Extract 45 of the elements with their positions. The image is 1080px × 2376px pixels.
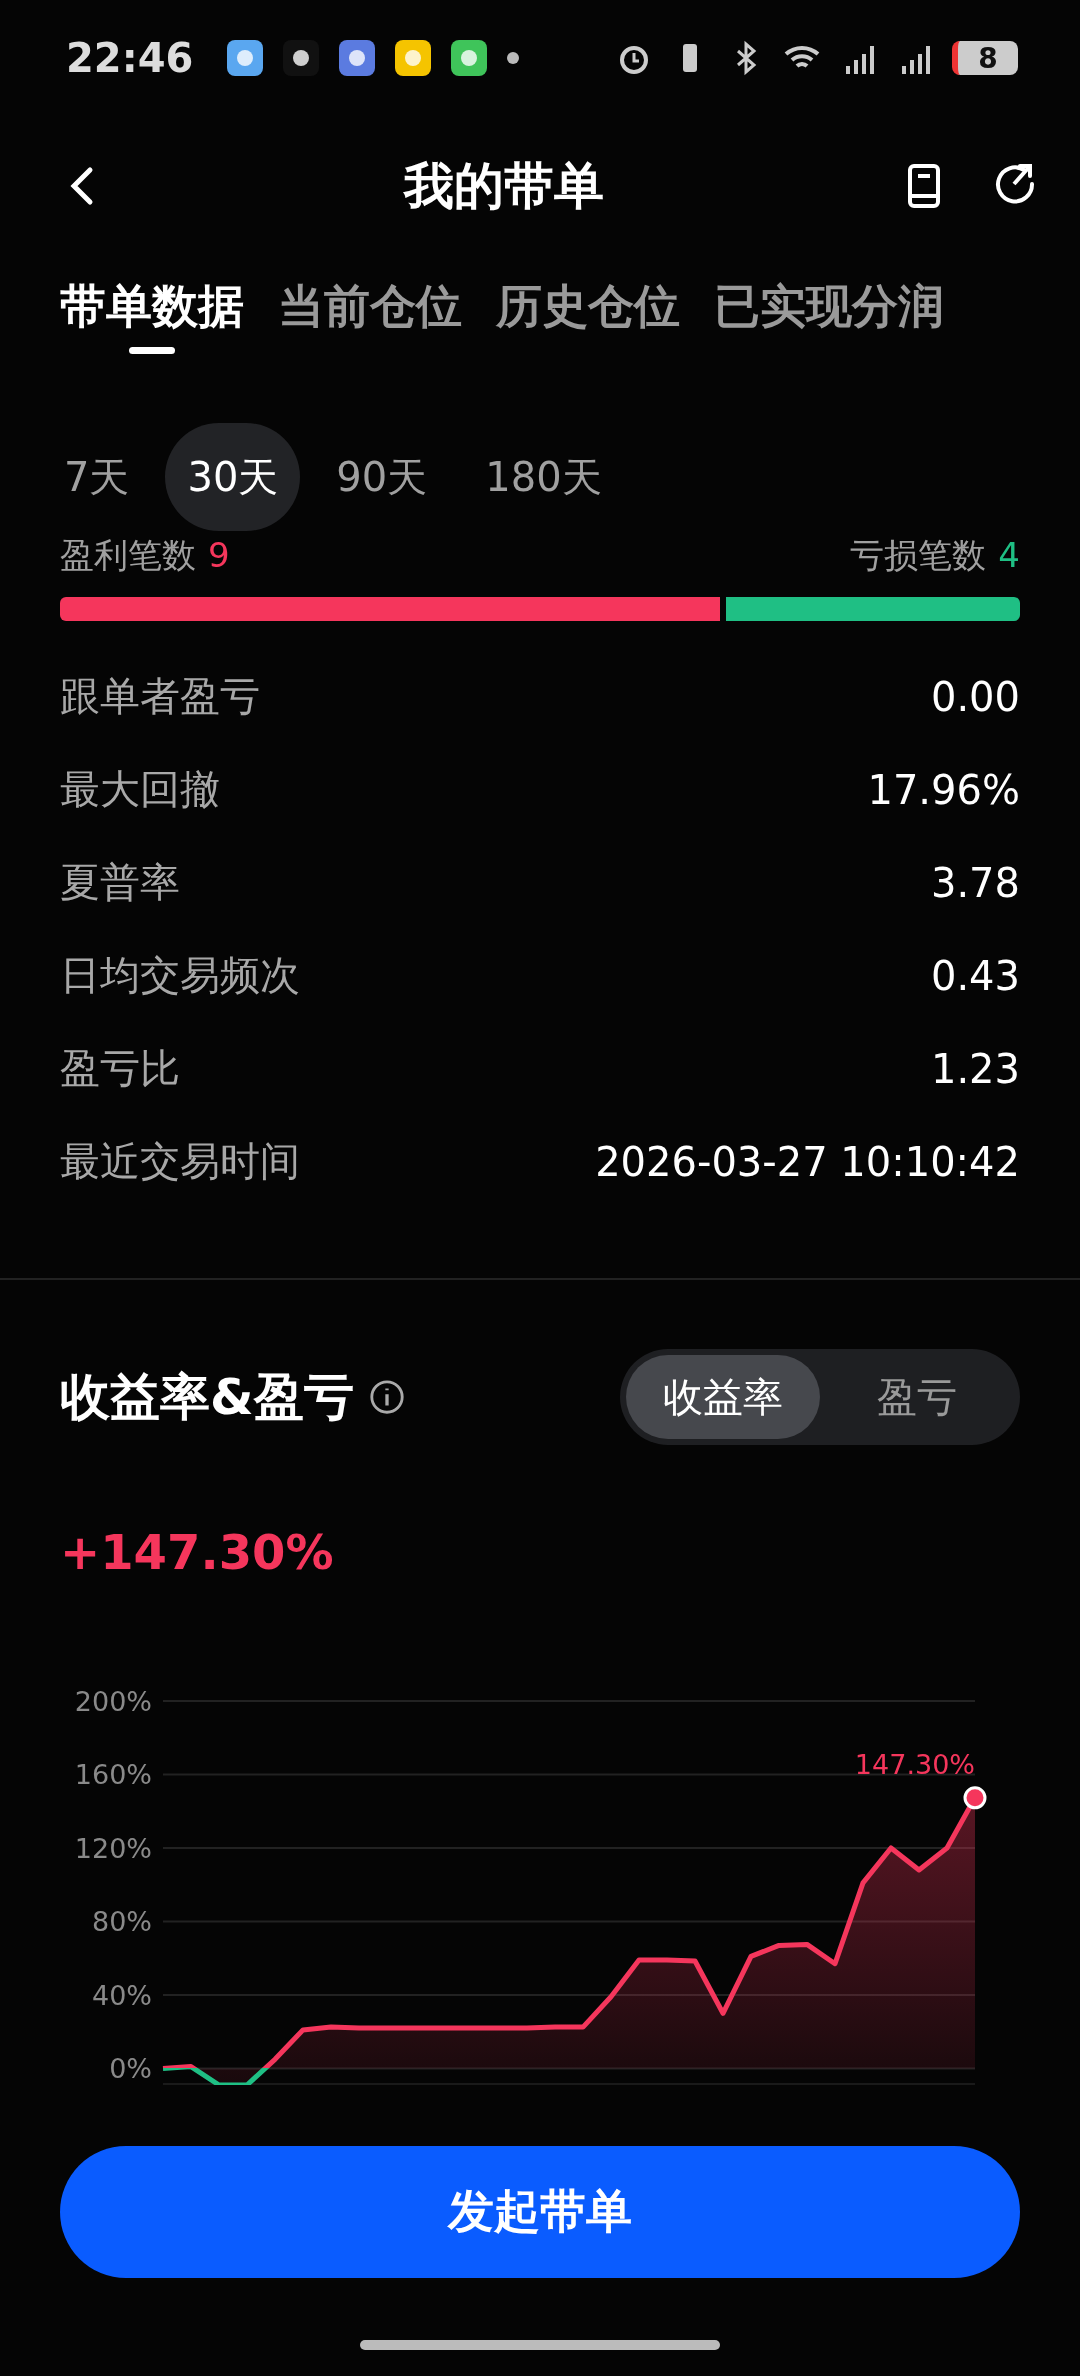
total-return: +147.30% (59, 1524, 335, 1580)
stat-value: 0.00 (930, 673, 1020, 720)
axis-label: 40% (92, 1979, 152, 2011)
stat-label: 最大回撤 (60, 765, 220, 814)
stat-value: 2026-03-27 10:10:42 (595, 1138, 1020, 1185)
segment[interactable]: 盈亏 (820, 1355, 1014, 1439)
stat-label: 跟单者盈亏 (60, 672, 260, 721)
axis-label: 120% (74, 1833, 152, 1864)
axis-label: 80% (92, 1906, 152, 1938)
period-chip[interactable]: 30天 (165, 423, 301, 531)
period-chip[interactable]: 180天 (463, 423, 624, 531)
app-icon (283, 40, 320, 76)
info-icon[interactable] (367, 1378, 406, 1416)
stat-label: 最近交易时间 (60, 1137, 300, 1186)
dot-icon (507, 52, 520, 64)
battery-indicator: 8 (952, 41, 1018, 75)
end-point (963, 1786, 987, 1810)
app-icon (339, 40, 376, 76)
tab[interactable]: 历史仓位 (496, 256, 680, 354)
stat-value: 0.43 (930, 952, 1020, 999)
start-button[interactable]: 发起带单 (60, 2146, 1020, 2278)
segment[interactable]: 收益率 (626, 1355, 820, 1439)
stat-label: 日均交易频次 (60, 951, 300, 1000)
period-chip[interactable]: 90天 (314, 423, 450, 531)
stat-value: 17.96% (867, 766, 1020, 813)
stat-label: 盈亏比 (60, 1044, 180, 1093)
app-icon (395, 40, 432, 76)
axis-label: 0% (109, 2053, 152, 2085)
tab[interactable]: 当前仓位 (278, 256, 462, 354)
page-title: 我的带单 (402, 155, 605, 217)
app-icon (451, 40, 488, 76)
axis-label: 200% (74, 1686, 152, 1717)
tab[interactable]: 已实现分润 (714, 256, 944, 354)
period-chip[interactable]: 7天 (42, 423, 152, 531)
win-count-label: 盈利笔数 9 (60, 534, 230, 577)
stat-value: 1.23 (930, 1045, 1020, 1092)
loss-count-label: 亏损笔数 4 (850, 534, 1020, 577)
stat-value: 3.78 (930, 859, 1020, 906)
stat-label: 夏普率 (60, 858, 180, 907)
status-time: 22:46 (66, 35, 194, 81)
tab[interactable]: 带单数据 (60, 256, 244, 354)
app-icon (227, 40, 264, 76)
value-label: 147.30% (854, 1748, 975, 1780)
axis-label: 160% (74, 1759, 152, 1791)
section-title: 收益率&盈亏 (60, 1366, 354, 1428)
